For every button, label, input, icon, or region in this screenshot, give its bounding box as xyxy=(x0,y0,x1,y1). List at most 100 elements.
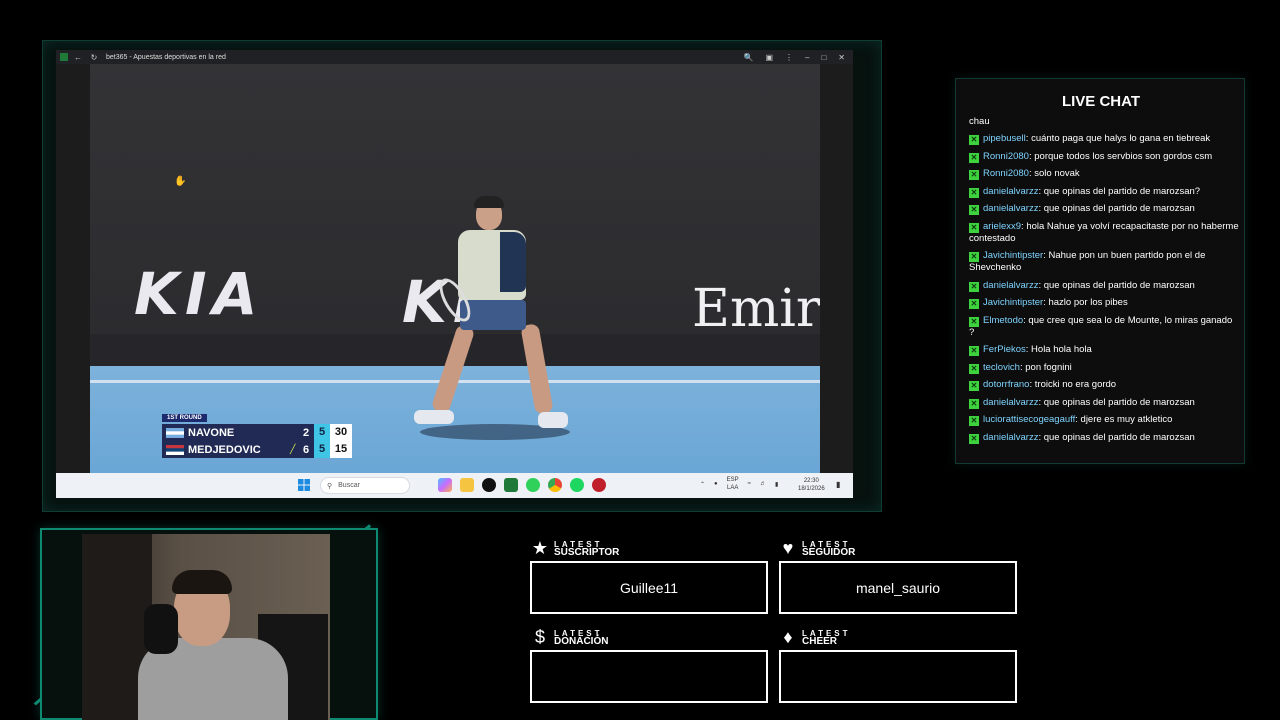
latest-seguidor-value: manel_saurio xyxy=(855,579,941,596)
live-chat: LIVE CHAT chau ✕ pipebusell: cuánto paga … xyxy=(955,78,1245,464)
taskbar-clock[interactable]: 22:30 18/1/2026 xyxy=(798,477,825,493)
mic-icon[interactable]: ● xyxy=(714,481,718,487)
spotify-icon[interactable] xyxy=(570,478,584,492)
chat-text: cuánto paga que halys lo gana en tiebrea… xyxy=(1031,133,1211,144)
chat-text: que opinas del partido de marozsan xyxy=(1043,203,1195,214)
chat-username[interactable]: danielalvarzz xyxy=(983,397,1038,408)
chat-badge-icon: ✕ xyxy=(969,398,979,409)
whatsapp-icon[interactable] xyxy=(526,478,540,492)
chat-username[interactable]: Javichintipster xyxy=(983,250,1043,261)
search-icon: ⚲ xyxy=(327,482,333,490)
wifi-icon[interactable]: ≈ xyxy=(748,481,751,487)
chat-message: ✕ danielalvarzz: que opinas del partido d… xyxy=(969,185,1201,198)
chat-text: porque todos los servbios son gordos csm xyxy=(1034,150,1213,162)
chat-username[interactable]: danielalvarzz xyxy=(983,186,1038,197)
tennis-video[interactable]: KIA KIA Emira ✋ xyxy=(90,64,820,473)
folder-icon[interactable] xyxy=(460,478,474,492)
chat-username[interactable]: teclovich xyxy=(983,362,1020,373)
taskbar-search[interactable]: ⚲ Buscar xyxy=(320,477,410,494)
chat-username[interactable]: danielalvarzz xyxy=(983,203,1038,214)
video-area: KIA KIA Emira ✋ xyxy=(56,64,853,473)
close-icon[interactable]: ✕ xyxy=(838,53,845,62)
minimize-icon[interactable]: – xyxy=(805,53,809,62)
serbia-flag-icon xyxy=(166,444,184,455)
chat-username[interactable]: luciorattisecogeagauff xyxy=(983,414,1075,425)
clock-time: 22:30 xyxy=(803,478,819,484)
latest-cheer-label: ♦ LATEST CHEER xyxy=(778,627,851,648)
chat-badge-icon: ✕ xyxy=(969,381,979,391)
extension-icon[interactable]: ▣ xyxy=(765,53,773,62)
windows-start-icon[interactable] xyxy=(298,479,310,491)
star-icon: ★ xyxy=(531,538,549,558)
app-icon[interactable] xyxy=(592,478,606,492)
round-label: 1ST ROUND xyxy=(162,414,207,422)
player-name: MEDJEDOVIC xyxy=(188,443,261,456)
chat-message: ✕ Ronni2080: solo novak xyxy=(969,168,1080,180)
clock-date: 18/1/2026 xyxy=(798,486,825,492)
serve-indicator-icon: ╱ xyxy=(290,444,296,454)
taskbar-apps xyxy=(438,478,606,492)
webcam-feed xyxy=(82,534,330,720)
chat-username[interactable]: Ronni2080 xyxy=(983,168,1029,179)
chat-message: ✕ Javichintipster: Nahue pon un buen part… xyxy=(969,250,1206,273)
chat-message: ✕ danielalvarzz: que opinas del partido d… xyxy=(969,279,1195,292)
latest-donacion-label: $ LATEST DONACIÓN xyxy=(530,627,608,648)
chat-text: pon fognini xyxy=(1025,361,1072,373)
chat-username[interactable]: danielalvarzz xyxy=(983,432,1038,443)
player-points: 15 xyxy=(330,441,352,458)
chat-title: LIVE CHAT xyxy=(1061,93,1141,110)
language-indicator[interactable]: ESP LAA xyxy=(727,476,739,492)
chat-message: ✕ pipebusell: cuánto paga que halys lo ga… xyxy=(969,133,1211,145)
chat-badge-icon: ✕ xyxy=(969,205,979,215)
copilot-icon[interactable] xyxy=(438,478,452,492)
back-icon[interactable]: ← xyxy=(72,51,84,63)
tiktok-icon[interactable] xyxy=(482,478,496,492)
battery-icon[interactable]: ▮ xyxy=(775,481,778,488)
latest-donacion-box xyxy=(530,650,768,703)
chat-message-list: chau ✕ pipebusell: cuánto paga que halys … xyxy=(969,116,1239,449)
reload-icon[interactable]: ↻ xyxy=(88,51,100,63)
chat-message: ✕ arielexx9: hola Nahue ya volví recapaci… xyxy=(969,220,1239,244)
chat-badge-icon: ✕ xyxy=(969,416,979,426)
zoom-icon[interactable]: 🔍 xyxy=(743,53,753,62)
chat-message: ✕ danielalvarzz: que opinas del partido d… xyxy=(969,431,1195,444)
bet365-icon[interactable] xyxy=(504,478,518,492)
chat-badge-icon: ✕ xyxy=(969,299,979,309)
latest-seguidor-box: manel_saurio xyxy=(779,561,1017,614)
browser-window: ← ↻ bet365 - Apuestas deportivas en la r… xyxy=(56,50,853,498)
chat-username[interactable]: danielalvarzz xyxy=(983,280,1038,291)
chat-username[interactable]: Ronni2080 xyxy=(983,151,1029,162)
chat-message: ✕ Javichintipster: hazlo por los pibes xyxy=(969,297,1128,309)
chat-username[interactable]: FerPiekos xyxy=(983,344,1026,355)
chat-badge-icon: ✕ xyxy=(969,187,979,198)
system-tray: ⌃ ● ESP LAA ≈ ♬ ▮ xyxy=(700,476,778,492)
score-row: NAVONE 2 5 30 xyxy=(162,424,352,441)
player-sets: 6 xyxy=(302,443,310,456)
chat-badge-icon: ✕ xyxy=(969,135,979,145)
chat-username[interactable]: arielexx9 xyxy=(983,221,1021,232)
chrome-icon[interactable] xyxy=(548,478,562,492)
volume-icon[interactable]: ♬ xyxy=(760,481,766,487)
chat-message: ✕ Ronni2080: porque todos los servbios so… xyxy=(969,150,1213,163)
chat-username[interactable]: Elmetodo xyxy=(983,315,1023,326)
chat-username[interactable]: dotorrfrano xyxy=(983,379,1029,390)
player-points: 30 xyxy=(330,424,352,441)
chevron-up-icon[interactable]: ⌃ xyxy=(700,481,705,488)
latest-suscriptor-label: ★ LATEST SUSCRIPTOR xyxy=(531,538,620,558)
menu-icon[interactable]: ⋮ xyxy=(785,53,793,62)
dollar-icon: $ xyxy=(534,627,545,647)
chat-username[interactable]: pipebusell xyxy=(983,133,1026,144)
latest-suscriptor-value: Guillee11 xyxy=(619,579,679,596)
chat-badge-icon: ✕ xyxy=(969,152,979,163)
chat-message: chau xyxy=(969,116,990,127)
player-games: 5 xyxy=(314,441,330,458)
chat-message: ✕ danielalvarzz: que opinas del partido d… xyxy=(969,396,1195,409)
chat-message: ✕ danielalvarzz: que opinas del partido d… xyxy=(969,203,1195,215)
maximize-icon[interactable]: □ xyxy=(821,53,826,62)
chat-username[interactable]: Javichintipster xyxy=(983,297,1043,308)
latest-seguidor-label: ♥ LATEST SEGUIDOR xyxy=(778,538,856,559)
chat-badge-icon: ✕ xyxy=(969,433,979,444)
notification-icon[interactable]: ▮ xyxy=(836,480,840,489)
argentina-flag-icon xyxy=(166,427,184,438)
chat-badge-icon: ✕ xyxy=(969,346,979,356)
